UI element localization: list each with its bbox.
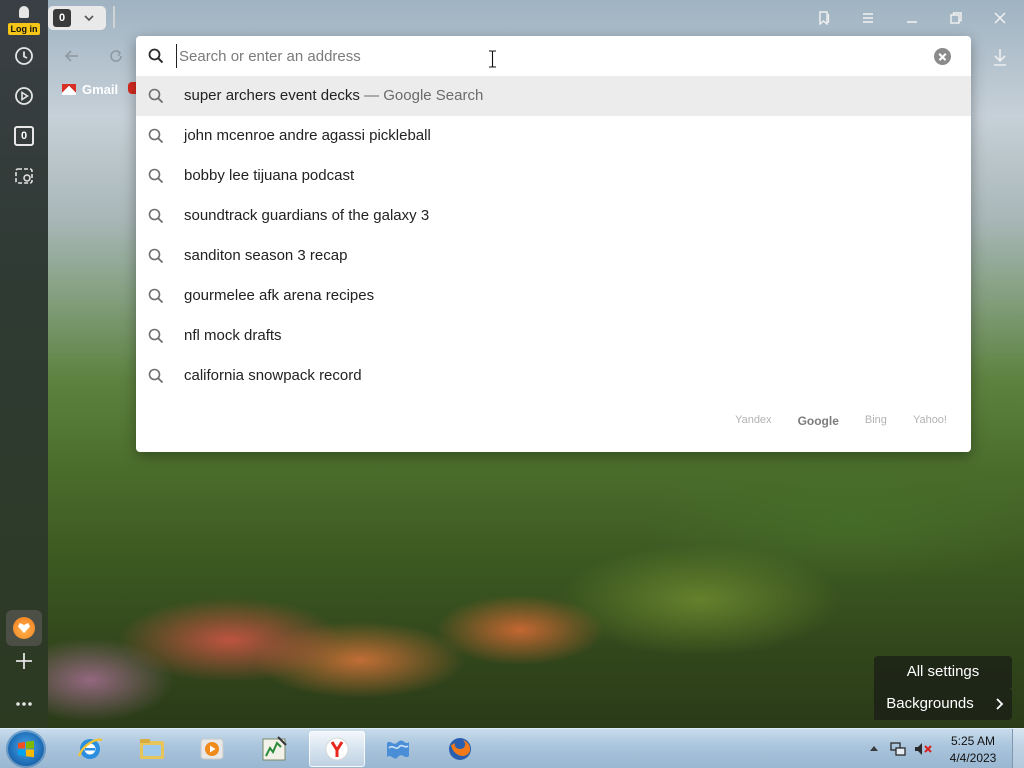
search-icon [148,248,164,264]
screenshot-icon[interactable] [12,164,36,188]
suggestion-text: nfl mock drafts [184,327,282,344]
suggestion-item[interactable]: super archers event decks — Google Searc… [136,76,971,116]
bookmark-gmail[interactable]: Gmail [62,80,118,98]
restore-icon[interactable] [943,6,969,30]
search-icon [148,48,164,64]
suggestion-text: john mcenroe andre agassi pickleball [184,127,431,144]
suggestion-text: bobby lee tijuana podcast [184,167,355,184]
add-icon[interactable] [12,649,36,673]
clock-date: 4/4/2023 [949,751,997,765]
taskbar-file-explorer[interactable] [124,731,180,767]
tray-expand-icon[interactable] [869,744,879,752]
tabs-counter-value: 0 [53,9,71,27]
favorites-widget-icon [13,617,35,639]
search-icon [148,128,164,144]
taskbar-firefox[interactable] [432,731,488,767]
play-icon[interactable] [12,84,36,108]
taskbar-task-manager[interactable] [246,731,302,767]
suggestion-item[interactable]: sanditon season 3 recap [136,236,971,276]
media-player-icon [200,738,224,760]
start-button[interactable] [6,730,46,768]
search-icon [148,168,164,184]
gmail-icon [62,83,76,95]
history-icon[interactable] [12,44,36,68]
firefox-icon [449,738,471,760]
suggestion-text: california snowpack record [184,367,362,384]
login-label: Log in [8,23,40,35]
engine-yahoo[interactable]: Yahoo! [913,414,947,428]
search-icon [148,328,164,344]
address-bar-dropdown: super archers event decks — Google Searc… [136,36,971,452]
suggestion-item[interactable]: soundtrack guardians of the galaxy 3 [136,196,971,236]
engine-bing[interactable]: Bing [865,414,887,428]
suggestion-item[interactable]: john mcenroe andre agassi pickleball [136,116,971,156]
search-icon [148,368,164,384]
search-engine-selector: Yandex Google Bing Yahoo! [735,414,947,428]
engine-google[interactable]: Google [798,414,839,428]
engine-yandex[interactable]: Yandex [735,414,772,428]
bookmark-gmail-label: Gmail [82,81,119,97]
suggestion-list: super archers event decks — Google Searc… [136,76,971,396]
text-cursor-icon [489,50,496,68]
show-desktop-button[interactable] [1012,729,1024,768]
address-bar [136,36,971,76]
minimize-icon[interactable] [899,6,925,30]
download-icon[interactable] [990,46,1010,68]
suggestion-text: super archers event decks — Google Searc… [184,87,484,104]
left-sidebar: Log in 0 [0,0,48,728]
yandex-browser-icon [325,737,349,761]
windows-logo-icon [18,740,34,758]
toolbar-divider [113,6,115,28]
taskbar-yandex-browser[interactable] [309,731,365,767]
clock-time: 5:25 AM [950,734,996,748]
more-icon[interactable] [12,692,36,716]
volume-muted-icon[interactable] [913,740,933,758]
suggestion-text: gourmelee afk arena recipes [184,287,375,304]
clear-input-icon[interactable] [934,48,951,65]
suggestion-item[interactable]: nfl mock drafts [136,316,971,356]
user-icon [19,6,29,18]
all-settings-button[interactable]: All settings [874,656,1012,688]
chevron-right-icon [996,698,1004,710]
chevron-down-icon [84,15,94,22]
suggestion-item[interactable]: california snowpack record [136,356,971,396]
close-icon[interactable] [987,6,1013,30]
network-icon[interactable] [889,740,907,758]
taskbar-internet-explorer[interactable] [62,731,118,767]
backgrounds-button[interactable]: Backgrounds [874,688,986,720]
system-clock[interactable]: 5:25 AM 4/4/2023 [946,733,1000,767]
search-icon [148,208,164,224]
backgrounds-next-button[interactable] [986,688,1012,720]
search-icon [148,88,164,104]
taskbar: 5:25 AM 4/4/2023 [0,728,1024,768]
bookmark-partial-icon[interactable] [128,82,136,94]
folder-icon [140,739,164,759]
address-input[interactable] [176,44,916,68]
login-button[interactable]: Log in [6,4,42,35]
suggestion-text: sanditon season 3 recap [184,247,348,264]
favorites-widget-button[interactable] [6,610,42,646]
taskbar-media-player[interactable] [184,731,240,767]
tabs-counter-button[interactable]: 0 [48,6,106,30]
search-icon [148,288,164,304]
suggestion-item[interactable]: bobby lee tijuana podcast [136,156,971,196]
suggestion-text: soundtrack guardians of the galaxy 3 [184,207,430,224]
internet-explorer-icon [77,738,103,759]
suggestion-item[interactable]: gourmelee afk arena recipes [136,276,971,316]
tabs-counter-icon[interactable]: 0 [14,126,34,146]
wave-app-icon [387,740,409,759]
menu-icon[interactable] [855,6,881,30]
bookmarks-collections-icon[interactable] [811,6,837,30]
reload-icon[interactable] [106,46,126,66]
taskbar-wave-app[interactable] [370,731,426,767]
chart-app-icon [262,736,287,761]
suggestion-suffix: — Google Search [359,87,484,104]
back-arrow-icon[interactable] [62,46,82,66]
